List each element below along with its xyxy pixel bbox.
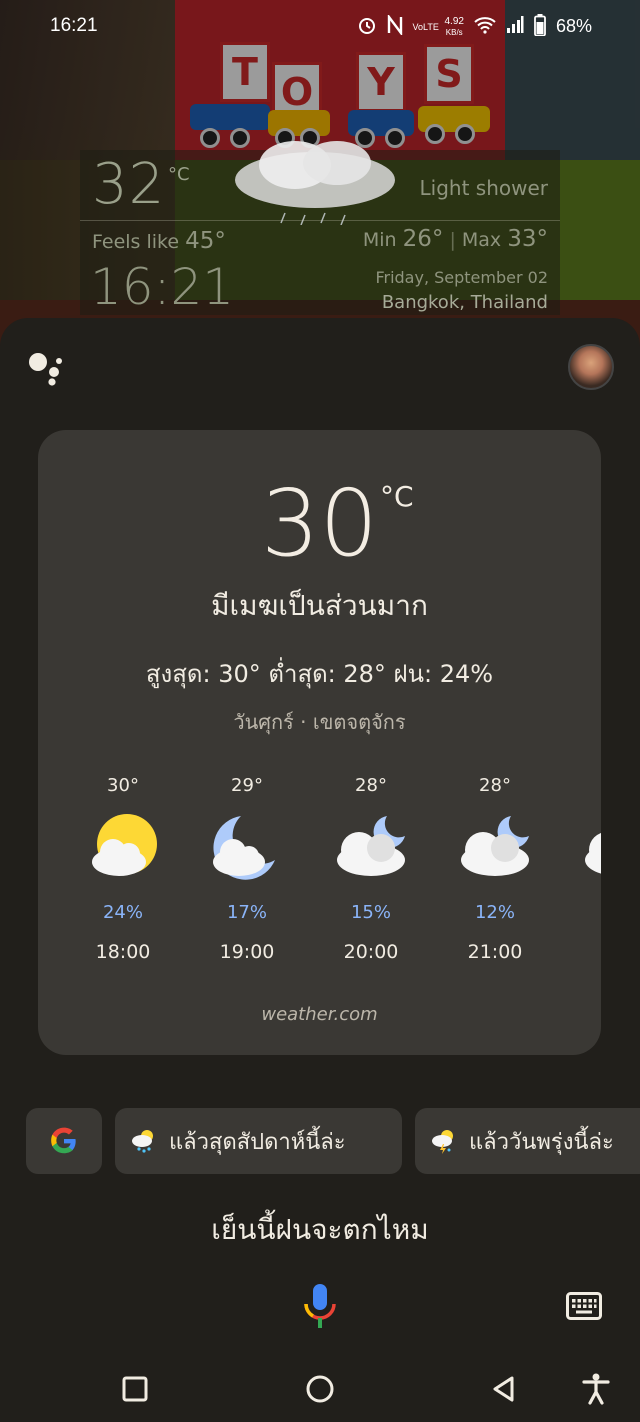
min-value: 26° <box>402 226 444 252</box>
home-weather-widget[interactable]: 32 °C Light shower Feels like 45° Min 26… <box>80 141 560 316</box>
hourly-time: 2 <box>557 941 601 963</box>
moon-cloud-icon <box>211 812 283 884</box>
hourly-time: 18:00 <box>95 941 151 963</box>
hourly-temp: 28° <box>479 775 511 796</box>
hourly-temp: 28° <box>355 775 387 796</box>
hourly-rain-chance: 12% <box>474 902 515 923</box>
cell-signal-icon <box>506 16 524 37</box>
status-icons: VoLTE 4.92 KB/s 68% <box>357 13 592 39</box>
home-min-max: Min 26° | Max 33° <box>363 226 548 252</box>
high-low-rain: สูงสุด: 30° ต่ำสุด: 28° ฝน: 24% <box>145 660 494 688</box>
hourly-time: 20:00 <box>343 941 399 963</box>
account-avatar[interactable] <box>568 344 614 390</box>
keyboard-icon[interactable] <box>566 1292 602 1320</box>
recents-square-icon <box>122 1376 148 1402</box>
suggestion-chip-tomorrow[interactable]: แล้ววันพรุ่งนี้ล่ะ <box>415 1108 640 1174</box>
alarm-icon <box>357 15 377 38</box>
partly-sunny-icon <box>87 812 159 884</box>
cloud-icon <box>583 812 601 884</box>
suggestion-chip-label: แล้วสุดสัปดาห์นี้ล่ะ <box>169 1129 346 1155</box>
suggestion-chips: แล้วสุดสัปดาห์นี้ล่ะ แล้ววันพรุ่งนี้ล่ะ <box>26 1108 640 1174</box>
home-date: Friday, September 02 <box>375 268 548 287</box>
home-condition: Light shower <box>419 176 549 200</box>
thunderstorm-icon <box>432 1130 453 1154</box>
net-speed: 4.92 KB/s <box>445 16 464 38</box>
hourly-rain-chance: 15% <box>350 902 391 923</box>
hourly-rain-chance <box>557 902 601 923</box>
weather-condition: มีเมฆเป็นส่วนมาก <box>211 589 428 622</box>
max-value: 33° <box>507 226 548 252</box>
hourly-temp: 30° <box>107 775 139 796</box>
hourly-rain-chance: 24% <box>102 902 143 923</box>
hourly-temp: 29° <box>231 775 263 796</box>
google-g-icon <box>51 1127 76 1154</box>
weather-source-link[interactable]: weather.com <box>38 1004 601 1025</box>
nfc-icon <box>387 13 403 38</box>
hourly-forecast[interactable]: 30° 24% 18:00 29° 17% 19:00 28° 15% 20:0… <box>61 775 601 975</box>
volte-icon: VoLTE <box>412 21 439 32</box>
weather-card[interactable]: 30 °C มีเมฆเป็นส่วนมาก สูงสุด: 30° ต่ำสุ… <box>38 430 601 1055</box>
google-search-chip[interactable] <box>26 1108 102 1174</box>
battery-percent: 68% <box>555 16 592 36</box>
battery-icon <box>534 14 546 39</box>
night-cloudy-icon <box>335 812 407 884</box>
hourly-temp <box>557 775 601 796</box>
suggestion-chip-label: แล้ววันพรุ่งนี้ล่ะ <box>469 1129 614 1155</box>
hourly-item: 2 <box>557 775 601 963</box>
feels-like-label: Feels like <box>92 231 180 253</box>
current-temperature: 30 <box>260 470 379 577</box>
net-speed-unit: KB/s <box>445 27 463 37</box>
wifi-icon <box>474 16 496 37</box>
hourly-item: 28° 15% 20:00 <box>309 775 433 963</box>
hourly-time: 21:00 <box>467 941 523 963</box>
hourly-rain-chance: 17% <box>226 902 267 923</box>
recents-button[interactable] <box>115 1369 155 1409</box>
assistant-sheet: 30 °C มีเมฆเป็นส่วนมาก สูงสุด: 30° ต่ำสุ… <box>0 318 640 1422</box>
hourly-item: 30° 24% 18:00 <box>61 775 185 963</box>
back-button[interactable] <box>484 1369 524 1409</box>
night-cloudy-icon <box>459 812 531 884</box>
home-location: Bangkok, Thailand <box>381 292 548 313</box>
home-clock: 16:21 <box>90 258 235 316</box>
min-max-separator: | <box>449 229 462 251</box>
back-triangle-icon <box>493 1376 514 1402</box>
rain-cloud-icon <box>235 141 395 225</box>
home-temp-unit: °C <box>168 164 190 185</box>
min-label: Min <box>362 229 397 251</box>
hourly-item: 28° 12% 21:00 <box>433 775 557 963</box>
home-current-temp: 32 <box>92 152 166 217</box>
max-label: Max <box>461 229 502 251</box>
hourly-item: 29° 17% 19:00 <box>185 775 309 963</box>
rain-cloud-icon <box>132 1130 153 1153</box>
home-button[interactable] <box>300 1369 340 1409</box>
day-location: วันศุกร์ · เขตจตุจักร <box>233 710 406 734</box>
home-circle-icon <box>306 1375 334 1403</box>
spoken-query: เย็นนี้ฝนจะตกไหม <box>211 1213 429 1246</box>
suggestion-chip-weekend[interactable]: แล้วสุดสัปดาห์นี้ล่ะ <box>115 1108 402 1174</box>
feels-like-value: 45° <box>185 228 226 254</box>
accessibility-icon <box>582 1373 610 1405</box>
microphone-icon[interactable] <box>300 1284 340 1328</box>
accessibility-button[interactable] <box>576 1369 616 1409</box>
home-feels-like: Feels like 45° <box>92 228 226 254</box>
status-time: 16:21 <box>50 15 98 36</box>
status-bar: 16:21 VoLTE 4.92 KB/s 68% <box>0 0 640 52</box>
assistant-logo-icon <box>29 353 62 386</box>
net-speed-value: 4.92 <box>444 15 464 27</box>
temperature-unit: °C <box>380 480 414 513</box>
hourly-time: 19:00 <box>219 941 275 963</box>
widget-divider <box>80 220 560 221</box>
navigation-bar <box>0 1355 640 1422</box>
